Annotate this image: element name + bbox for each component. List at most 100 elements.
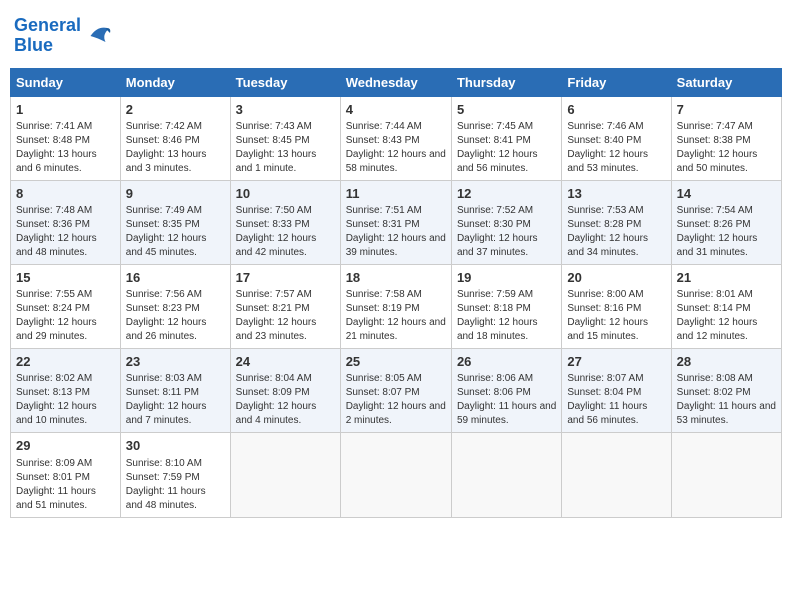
sunrise-text: Sunrise: 7:53 AM — [567, 204, 665, 218]
day-number: 6 — [567, 101, 665, 119]
daylight-text: Daylight: 12 hours and 45 minutes. — [126, 232, 225, 260]
daylight-text: Daylight: 12 hours and 21 minutes. — [346, 316, 446, 344]
daylight-text: Daylight: 13 hours and 1 minute. — [236, 148, 335, 176]
sunset-text: Sunset: 8:41 PM — [457, 134, 556, 148]
calendar-cell: 6Sunrise: 7:46 AMSunset: 8:40 PMDaylight… — [562, 96, 671, 180]
logo-bird-icon — [83, 21, 113, 51]
sunrise-text: Sunrise: 7:43 AM — [236, 120, 335, 134]
daylight-text: Daylight: 12 hours and 12 minutes. — [677, 316, 776, 344]
sunset-text: Sunset: 8:24 PM — [16, 302, 115, 316]
daylight-text: Daylight: 12 hours and 7 minutes. — [126, 400, 225, 428]
sunrise-text: Sunrise: 8:10 AM — [126, 457, 225, 471]
day-number: 22 — [16, 353, 115, 371]
calendar-cell: 24Sunrise: 8:04 AMSunset: 8:09 PMDayligh… — [230, 349, 340, 433]
calendar-cell: 5Sunrise: 7:45 AMSunset: 8:41 PMDaylight… — [451, 96, 561, 180]
sunrise-text: Sunrise: 7:58 AM — [346, 288, 446, 302]
daylight-text: Daylight: 11 hours and 48 minutes. — [126, 485, 225, 513]
day-number: 11 — [346, 185, 446, 203]
calendar-cell: 16Sunrise: 7:56 AMSunset: 8:23 PMDayligh… — [120, 264, 230, 348]
sunrise-text: Sunrise: 8:07 AM — [567, 372, 665, 386]
day-number: 27 — [567, 353, 665, 371]
day-number: 7 — [677, 101, 776, 119]
calendar-cell: 7Sunrise: 7:47 AMSunset: 8:38 PMDaylight… — [671, 96, 781, 180]
daylight-text: Daylight: 11 hours and 59 minutes. — [457, 400, 556, 428]
daylight-text: Daylight: 12 hours and 48 minutes. — [16, 232, 115, 260]
sunrise-text: Sunrise: 8:01 AM — [677, 288, 776, 302]
daylight-text: Daylight: 12 hours and 18 minutes. — [457, 316, 556, 344]
calendar-cell — [671, 433, 781, 517]
sunrise-text: Sunrise: 7:52 AM — [457, 204, 556, 218]
sunrise-text: Sunrise: 7:50 AM — [236, 204, 335, 218]
day-number: 16 — [126, 269, 225, 287]
sunrise-text: Sunrise: 8:08 AM — [677, 372, 776, 386]
day-number: 30 — [126, 437, 225, 455]
day-number: 1 — [16, 101, 115, 119]
day-number: 29 — [16, 437, 115, 455]
daylight-text: Daylight: 12 hours and 42 minutes. — [236, 232, 335, 260]
daylight-text: Daylight: 12 hours and 15 minutes. — [567, 316, 665, 344]
sunset-text: Sunset: 8:18 PM — [457, 302, 556, 316]
day-number: 24 — [236, 353, 335, 371]
logo: GeneralBlue — [14, 16, 113, 56]
daylight-text: Daylight: 11 hours and 53 minutes. — [677, 400, 776, 428]
calendar-cell: 3Sunrise: 7:43 AMSunset: 8:45 PMDaylight… — [230, 96, 340, 180]
sunset-text: Sunset: 8:31 PM — [346, 218, 446, 232]
sunrise-text: Sunrise: 7:55 AM — [16, 288, 115, 302]
calendar-cell — [230, 433, 340, 517]
sunset-text: Sunset: 8:13 PM — [16, 386, 115, 400]
sunset-text: Sunset: 8:01 PM — [16, 471, 115, 485]
calendar-cell: 15Sunrise: 7:55 AMSunset: 8:24 PMDayligh… — [11, 264, 121, 348]
calendar-cell — [562, 433, 671, 517]
day-number: 14 — [677, 185, 776, 203]
sunset-text: Sunset: 8:46 PM — [126, 134, 225, 148]
daylight-text: Daylight: 12 hours and 56 minutes. — [457, 148, 556, 176]
day-number: 9 — [126, 185, 225, 203]
calendar-cell: 12Sunrise: 7:52 AMSunset: 8:30 PMDayligh… — [451, 180, 561, 264]
calendar-cell: 8Sunrise: 7:48 AMSunset: 8:36 PMDaylight… — [11, 180, 121, 264]
sunset-text: Sunset: 8:16 PM — [567, 302, 665, 316]
day-of-week-header: Sunday — [11, 68, 121, 96]
sunset-text: Sunset: 8:09 PM — [236, 386, 335, 400]
calendar-cell: 19Sunrise: 7:59 AMSunset: 8:18 PMDayligh… — [451, 264, 561, 348]
sunrise-text: Sunrise: 7:41 AM — [16, 120, 115, 134]
daylight-text: Daylight: 12 hours and 4 minutes. — [236, 400, 335, 428]
daylight-text: Daylight: 12 hours and 58 minutes. — [346, 148, 446, 176]
day-number: 28 — [677, 353, 776, 371]
calendar-cell: 22Sunrise: 8:02 AMSunset: 8:13 PMDayligh… — [11, 349, 121, 433]
daylight-text: Daylight: 12 hours and 50 minutes. — [677, 148, 776, 176]
calendar-week-row: 1Sunrise: 7:41 AMSunset: 8:48 PMDaylight… — [11, 96, 782, 180]
calendar-cell: 4Sunrise: 7:44 AMSunset: 8:43 PMDaylight… — [340, 96, 451, 180]
day-number: 2 — [126, 101, 225, 119]
sunset-text: Sunset: 8:06 PM — [457, 386, 556, 400]
calendar-cell: 2Sunrise: 7:42 AMSunset: 8:46 PMDaylight… — [120, 96, 230, 180]
calendar-cell: 1Sunrise: 7:41 AMSunset: 8:48 PMDaylight… — [11, 96, 121, 180]
sunrise-text: Sunrise: 7:42 AM — [126, 120, 225, 134]
sunrise-text: Sunrise: 8:00 AM — [567, 288, 665, 302]
daylight-text: Daylight: 13 hours and 3 minutes. — [126, 148, 225, 176]
day-number: 4 — [346, 101, 446, 119]
calendar-cell: 17Sunrise: 7:57 AMSunset: 8:21 PMDayligh… — [230, 264, 340, 348]
calendar-cell: 28Sunrise: 8:08 AMSunset: 8:02 PMDayligh… — [671, 349, 781, 433]
day-number: 23 — [126, 353, 225, 371]
daylight-text: Daylight: 12 hours and 10 minutes. — [16, 400, 115, 428]
sunset-text: Sunset: 8:04 PM — [567, 386, 665, 400]
day-of-week-header: Tuesday — [230, 68, 340, 96]
day-number: 5 — [457, 101, 556, 119]
calendar-cell: 29Sunrise: 8:09 AMSunset: 8:01 PMDayligh… — [11, 433, 121, 517]
sunrise-text: Sunrise: 7:47 AM — [677, 120, 776, 134]
sunset-text: Sunset: 8:26 PM — [677, 218, 776, 232]
daylight-text: Daylight: 12 hours and 29 minutes. — [16, 316, 115, 344]
sunset-text: Sunset: 8:21 PM — [236, 302, 335, 316]
sunset-text: Sunset: 8:02 PM — [677, 386, 776, 400]
day-number: 19 — [457, 269, 556, 287]
daylight-text: Daylight: 13 hours and 6 minutes. — [16, 148, 115, 176]
sunset-text: Sunset: 8:19 PM — [346, 302, 446, 316]
day-number: 21 — [677, 269, 776, 287]
sunrise-text: Sunrise: 7:49 AM — [126, 204, 225, 218]
day-number: 15 — [16, 269, 115, 287]
sunset-text: Sunset: 8:40 PM — [567, 134, 665, 148]
calendar-table: SundayMondayTuesdayWednesdayThursdayFrid… — [10, 68, 782, 518]
day-number: 10 — [236, 185, 335, 203]
day-of-week-header: Saturday — [671, 68, 781, 96]
day-number: 25 — [346, 353, 446, 371]
